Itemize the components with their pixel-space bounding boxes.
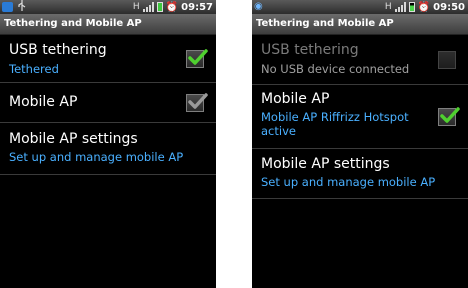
- mobile-ap-settings-summary: Set up and manage mobile AP: [261, 175, 436, 189]
- usb-tethering-title: USB tethering: [261, 42, 359, 58]
- network-h-icon: H: [384, 2, 392, 12]
- usb-tethering-item[interactable]: USB tethering Tethered: [0, 35, 216, 83]
- battery-icon: [408, 2, 415, 12]
- usb-tethering-title: USB tethering: [9, 42, 107, 58]
- screen-title: Tethering and Mobile AP: [0, 14, 216, 35]
- sim-toolkit-icon: [2, 2, 13, 12]
- alarm-icon: ⏰: [165, 1, 179, 13]
- mobile-ap-checkbox[interactable]: [438, 107, 460, 126]
- status-bar: H ⏰ 09:57: [0, 0, 216, 14]
- usb-tethering-summary: Tethered: [9, 62, 59, 76]
- mobile-ap-settings-title: Mobile AP settings: [9, 131, 138, 147]
- mobile-ap-checkbox[interactable]: [186, 93, 208, 112]
- mobile-ap-settings-item[interactable]: Mobile AP settings Set up and manage mob…: [0, 123, 216, 175]
- wifi-hotspot-icon: ◉: [254, 1, 263, 12]
- mobile-ap-settings-item[interactable]: Mobile AP settings Set up and manage mob…: [252, 149, 468, 199]
- mobile-ap-title: Mobile AP: [9, 94, 78, 110]
- signal-icon: [142, 2, 154, 12]
- mobile-ap-item[interactable]: Mobile AP Mobile AP Riffrizz Hotspot act…: [252, 85, 468, 149]
- battery-charging-icon: [156, 2, 163, 12]
- signal-icon: [394, 2, 406, 12]
- mobile-ap-title: Mobile AP: [261, 91, 330, 107]
- screen-right: ◉ H ⏰ 09:50 Tethering and Mobile AP USB …: [252, 0, 468, 288]
- usb-tethering-checkbox[interactable]: [186, 49, 208, 68]
- mobile-ap-settings-title: Mobile AP settings: [261, 156, 390, 172]
- network-h-icon: H: [132, 2, 140, 12]
- screen-left: H ⏰ 09:57 Tethering and Mobile AP USB te…: [0, 0, 216, 288]
- screen-title: Tethering and Mobile AP: [252, 14, 468, 35]
- mobile-ap-settings-summary: Set up and manage mobile AP: [9, 150, 184, 164]
- checkmark-icon: [440, 107, 460, 123]
- usb-tethering-item[interactable]: USB tethering No USB device connected: [252, 35, 468, 85]
- mobile-ap-item[interactable]: Mobile AP: [0, 83, 216, 123]
- status-time: 09:57: [181, 1, 213, 13]
- mobile-ap-summary-line2: active: [261, 124, 296, 138]
- usb-icon: [18, 0, 26, 15]
- usb-tethering-checkbox[interactable]: [438, 51, 456, 69]
- alarm-icon: ⏰: [417, 1, 431, 13]
- status-bar: ◉ H ⏰ 09:50: [252, 0, 468, 14]
- checkmark-icon: [188, 49, 208, 65]
- usb-tethering-summary: No USB device connected: [261, 62, 410, 76]
- checkmark-icon: [188, 93, 208, 109]
- mobile-ap-summary-line1: Mobile AP Riffrizz Hotspot: [261, 110, 409, 124]
- status-time: 09:50: [433, 1, 465, 13]
